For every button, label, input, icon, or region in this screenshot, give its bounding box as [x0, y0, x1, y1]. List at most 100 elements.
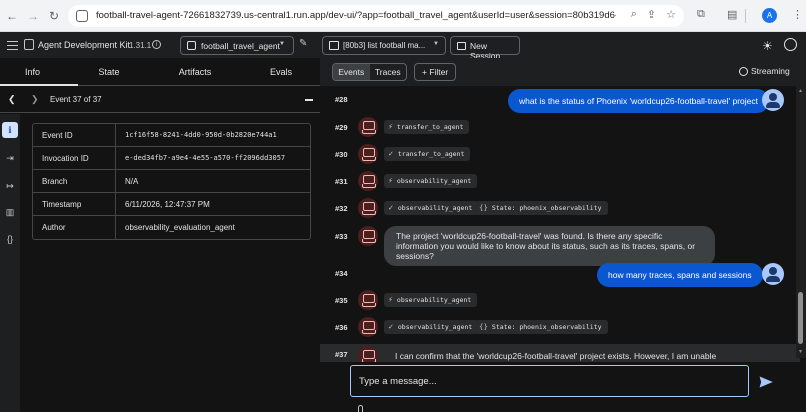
previous-event-icon[interactable]: ❮: [8, 94, 16, 105]
function-call-chip[interactable]: ⚡ observability_agent: [384, 174, 478, 188]
light-mode-icon[interactable]: ☀: [762, 39, 773, 53]
extensions-icon[interactable]: ⧉: [697, 8, 705, 21]
user-avatar: [762, 263, 784, 285]
app-title: Agent Development Kit: [38, 40, 131, 50]
event-number: #35: [335, 296, 348, 305]
chip-label: transfer_to_agent: [397, 150, 465, 158]
bot-avatar: [358, 317, 378, 337]
chip-label: observability_agent: [397, 323, 473, 331]
hamburger-menu-icon[interactable]: [7, 38, 18, 52]
response-icon[interactable]: ↦: [2, 178, 18, 194]
scroll-down-icon[interactable]: ▼: [798, 349, 803, 355]
browser-menu-icon[interactable]: ⋮: [792, 8, 803, 21]
user-message[interactable]: what is the status of Phoenix 'worldcup2…: [508, 89, 770, 113]
message-input-box[interactable]: [350, 365, 773, 397]
scrollbar-thumb[interactable]: [798, 292, 803, 344]
url-text[interactable]: football-travel-agent-72661832739.us-cen…: [96, 10, 616, 21]
detail-value: 6/11/2026, 12:47:37 PM: [116, 193, 310, 216]
selected-event-row[interactable]: #37 I can confirm that the 'worldcup26-f…: [320, 344, 800, 362]
profile-avatar[interactable]: A: [762, 8, 777, 23]
tab-evals[interactable]: Evals: [248, 67, 314, 77]
bot-avatar: [358, 171, 378, 191]
detail-key: Author: [33, 216, 116, 239]
user-message[interactable]: how many traces, spans and sessions: [597, 263, 763, 287]
agent-select-label: football_travel_agent: [201, 41, 280, 51]
check-icon: ✓: [388, 204, 394, 212]
bot-avatar: [358, 198, 378, 218]
site-info-icon[interactable]: [76, 10, 88, 22]
collapse-panel-icon[interactable]: [305, 99, 313, 101]
tab-state[interactable]: State: [78, 67, 140, 77]
function-response-chip[interactable]: ✓ observability_agent: [384, 201, 479, 215]
chevron-down-icon: ▼: [433, 41, 439, 47]
bookmark-star-icon[interactable]: ☆: [666, 8, 676, 21]
filter-button[interactable]: + Filter: [414, 63, 456, 81]
events-toolbar: Events Traces + Filter Streaming: [320, 58, 806, 86]
tab-info[interactable]: Info: [0, 67, 65, 77]
share-icon[interactable]: ⇪: [647, 8, 656, 21]
function-response-chip[interactable]: ✓ transfer_to_agent: [384, 147, 471, 161]
edit-pencil-icon[interactable]: ✎: [299, 38, 307, 49]
chip-label: observability_agent: [396, 177, 472, 185]
detail-value: e-ded34fb7-a9e4-4e55-a570-ff2096dd3057: [116, 147, 310, 170]
session-select[interactable]: [80b3] list football ma... ▼: [322, 36, 446, 55]
function-call-chip[interactable]: ⚡ transfer_to_agent: [384, 120, 470, 134]
request-icon[interactable]: ⇥: [2, 150, 18, 166]
detail-key: Branch: [33, 170, 116, 193]
tab-events[interactable]: Events: [333, 64, 370, 80]
info-icon[interactable]: i: [152, 40, 161, 49]
streaming-label: Streaming: [751, 66, 790, 76]
streaming-toggle[interactable]: [739, 67, 748, 76]
send-icon[interactable]: [759, 375, 773, 389]
address-bar[interactable]: football-travel-agent-72661832739.us-cen…: [68, 5, 684, 27]
event-number: #33: [335, 232, 348, 241]
bot-avatar: [358, 346, 378, 362]
bot-message[interactable]: The project 'worldcup26-football-travel'…: [384, 226, 715, 266]
back-icon[interactable]: ←: [5, 9, 19, 23]
account-icon[interactable]: [784, 38, 797, 51]
function-response-chip[interactable]: ✓ observability_agent: [384, 320, 479, 334]
table-row: Invocation ID e-ded34fb7-a9e4-4e55-a570-…: [33, 147, 310, 170]
table-row: Branch N/A: [33, 170, 310, 193]
reload-icon[interactable]: ↻: [47, 9, 61, 23]
tab-traces[interactable]: Traces: [370, 64, 407, 80]
graph-icon[interactable]: ▥: [2, 204, 18, 220]
info-detail-icon[interactable]: ℹ: [2, 122, 18, 138]
detail-key: Invocation ID: [33, 147, 116, 170]
state-chip[interactable]: {} State: phoenix_observability: [475, 320, 608, 334]
attach-icon[interactable]: [358, 405, 363, 412]
tab-artifacts[interactable]: Artifacts: [160, 67, 230, 77]
detail-rail: ℹ ⇥ ↦ ▥ {}: [0, 114, 20, 412]
event-number: #36: [335, 323, 348, 332]
new-session-button[interactable]: New Session: [450, 36, 520, 61]
event-number: #34: [335, 269, 348, 278]
json-icon[interactable]: {}: [2, 231, 18, 247]
detail-value: N/A: [116, 170, 310, 193]
agent-icon: [187, 41, 196, 50]
check-icon: ✓: [388, 323, 394, 331]
chat-icon: [329, 41, 339, 50]
bot-avatar: [358, 117, 378, 137]
scroll-up-icon[interactable]: ▲: [798, 88, 803, 94]
forward-icon[interactable]: →: [26, 9, 40, 23]
reading-list-icon[interactable]: ▤: [727, 8, 737, 21]
event-counter: Event 37 of 37: [50, 95, 102, 104]
detail-value: 1cf16f58-8241-4dd0-950d-0b2820e744a1: [116, 124, 310, 147]
message-input[interactable]: [359, 374, 709, 388]
state-chip[interactable]: {} State: phoenix_observability: [475, 201, 608, 215]
zoom-icon[interactable]: ⌕: [631, 8, 637, 21]
table-row: Author observability_evaluation_agent: [33, 216, 310, 239]
detail-key: Event ID: [33, 124, 116, 147]
adk-logo-icon: [24, 39, 34, 50]
event-number: #28: [335, 95, 348, 104]
agent-select[interactable]: football_travel_agent ▼: [180, 36, 294, 55]
bot-message[interactable]: I can confirm that the 'worldcup26-footb…: [395, 351, 716, 361]
app-version: 1.31.1: [129, 41, 152, 50]
function-call-chip[interactable]: ⚡ observability_agent: [384, 293, 478, 307]
next-event-icon[interactable]: ❯: [31, 94, 39, 105]
bolt-icon: ⚡: [388, 177, 393, 185]
chip-label: observability_agent: [397, 204, 473, 212]
table-row: Timestamp 6/11/2026, 12:47:37 PM: [33, 193, 310, 216]
bot-avatar: [358, 226, 378, 246]
braces-icon: {}: [479, 323, 488, 331]
